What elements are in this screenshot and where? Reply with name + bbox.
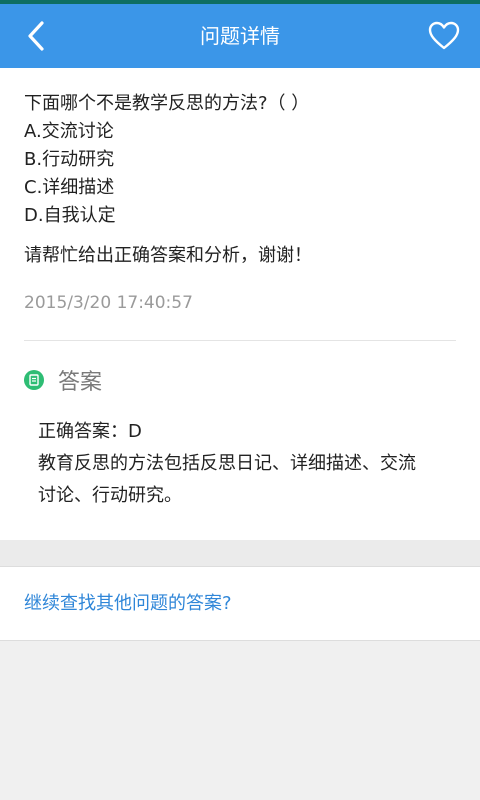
correct-answer: 正确答案：D xyxy=(38,421,142,442)
continue-card: 继续查找其他问题的答案? xyxy=(0,567,480,641)
option-d: D.自我认定 xyxy=(24,205,116,226)
answer-document-icon xyxy=(24,370,44,390)
answer-analysis-line-1: 教育反思的方法包括反思日记、详细描述、交流 xyxy=(38,453,416,474)
question-text: 下面哪个不是教学反思的方法?（ ） xyxy=(24,93,310,114)
section-separator xyxy=(0,540,480,567)
question-detail-card: 下面哪个不是教学反思的方法?（ ） A.交流讨论 B.行动研究 C.详细描述 D… xyxy=(0,68,480,540)
page-title: 问题详情 xyxy=(200,24,280,48)
answer-label: 答案 xyxy=(58,370,103,395)
answer-header: 答案 xyxy=(24,364,102,396)
question-block: 下面哪个不是教学反思的方法?（ ） A.交流讨论 B.行动研究 C.详细描述 D… xyxy=(24,90,464,230)
option-c: C.详细描述 xyxy=(24,177,115,198)
heart-outline-icon xyxy=(428,21,460,50)
help-request-text: 请帮忙给出正确答案和分析，谢谢！ xyxy=(24,245,312,266)
favorite-button[interactable] xyxy=(420,16,468,56)
divider xyxy=(24,340,456,341)
option-a: A.交流讨论 xyxy=(24,121,114,142)
answer-body: 正确答案：D 教育反思的方法包括反思日记、详细描述、交流 讨论、行动研究。 xyxy=(38,416,462,512)
option-b: B.行动研究 xyxy=(24,149,115,170)
post-timestamp: 2015/3/20 17:40:57 xyxy=(24,293,193,313)
answer-analysis-line-2: 讨论、行动研究。 xyxy=(38,485,182,506)
app-bar: 问题详情 xyxy=(0,4,480,68)
continue-search-link[interactable]: 继续查找其他问题的答案? xyxy=(24,567,232,640)
